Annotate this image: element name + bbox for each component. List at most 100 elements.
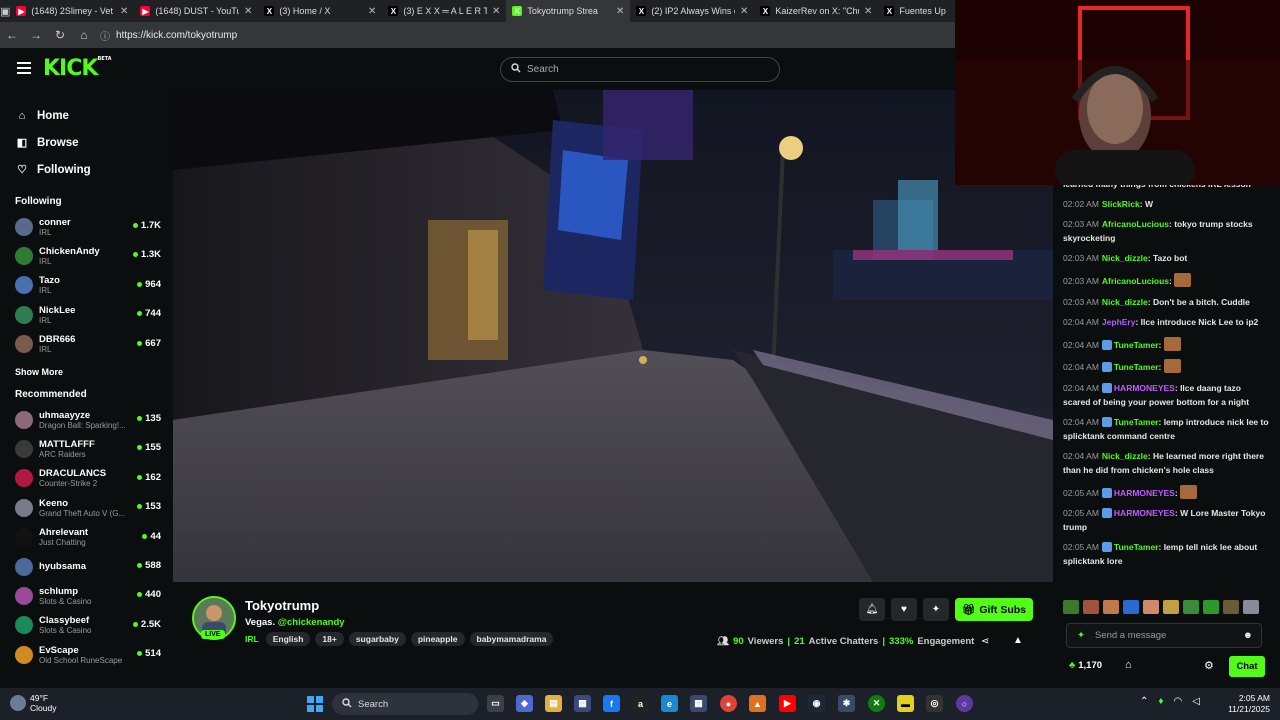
weather-widget[interactable]: 49°F Cloudy — [10, 693, 56, 713]
chat-username[interactable]: HARMONEYES — [1114, 508, 1175, 518]
chat-points-icon[interactable]: ✦ — [1077, 630, 1085, 641]
emote-icon[interactable] — [1163, 600, 1179, 614]
reload-icon[interactable]: ↻ — [48, 28, 72, 42]
stream-tag[interactable]: sugarbaby — [348, 632, 406, 646]
stream-tag[interactable]: babymamadrama — [469, 632, 554, 646]
chat-settings-icon[interactable]: ⚙ — [1204, 659, 1214, 672]
sidebar-channel-draculancs[interactable]: DRACULANCS Counter-Strike 2 162 — [0, 464, 172, 493]
browser-tab[interactable]: X (3) Home / X ✕ — [258, 0, 382, 22]
search-input[interactable]: Search — [500, 57, 780, 82]
chat-username[interactable]: TuneTamer — [1114, 362, 1159, 372]
notes-icon[interactable]: ▬ — [897, 695, 914, 712]
stream-title-mention[interactable]: @chickenandy — [278, 617, 345, 628]
menu-icon[interactable] — [17, 62, 31, 74]
amazon-icon[interactable]: a — [632, 695, 649, 712]
stream-tag[interactable]: 18+ — [315, 632, 344, 646]
stream-category[interactable]: IRL — [245, 634, 259, 644]
show-more-button[interactable]: Show More — [0, 361, 172, 383]
clip-button[interactable]: ✦ — [923, 598, 949, 621]
chat-username[interactable]: Nick_dizzle — [1102, 451, 1148, 461]
emote-icon[interactable] — [1083, 600, 1099, 614]
tab-close-icon[interactable]: ✕ — [616, 6, 624, 17]
start-icon[interactable] — [307, 696, 323, 712]
sidebar-channel-tazo[interactable]: Tazo IRL 964 — [0, 271, 172, 300]
calculator-icon[interactable]: ▦ — [690, 695, 707, 712]
video-player[interactable] — [173, 90, 1053, 582]
sidebar-channel-mattlafff[interactable]: MATTLAFFF ARC Raiders 155 — [0, 434, 172, 463]
share-icon[interactable]: ⋖ — [981, 636, 989, 647]
emote-icon[interactable] — [1243, 600, 1259, 614]
tab-close-icon[interactable]: ✕ — [120, 6, 128, 17]
stream-tag[interactable]: pineapple — [410, 632, 465, 646]
sidebar-channel-hyubsama[interactable]: hyubsama 588 — [0, 552, 172, 581]
home-browser-icon[interactable]: ⌂ — [72, 28, 96, 42]
mic-icon[interactable]: ♦ — [1158, 696, 1163, 707]
back-icon[interactable]: ← — [0, 28, 24, 42]
notifications-button[interactable]: 🔔︎ — [859, 598, 885, 621]
sidebar-channel-nicklee[interactable]: NickLee IRL 744 — [0, 300, 172, 329]
chat-username[interactable]: JephEry — [1102, 317, 1136, 327]
chat-username[interactable]: HARMONEYES — [1114, 488, 1175, 498]
chat-username[interactable]: TuneTamer — [1114, 340, 1159, 350]
emote-icon[interactable] — [1183, 600, 1199, 614]
stream-tag[interactable]: English — [265, 632, 311, 646]
emote-icon[interactable] — [1223, 600, 1239, 614]
edge-icon[interactable]: e — [661, 695, 678, 712]
clock[interactable]: 2:05 AM 11/21/2025 — [1224, 693, 1270, 715]
forward-icon[interactable]: → — [24, 28, 48, 42]
sidebar-channel-conner[interactable]: conner IRL 1.7K — [0, 212, 172, 241]
chat-input[interactable]: ✦ Send a message ☻ — [1066, 623, 1262, 648]
chat-send-button[interactable]: Chat — [1229, 656, 1265, 677]
channel-points[interactable]: ♣ 1,170 — [1069, 660, 1102, 671]
site-info-icon[interactable]: ⓘ — [100, 28, 110, 43]
facebook-icon[interactable]: f — [603, 695, 620, 712]
tab-actions-icon[interactable]: ▣ — [0, 0, 10, 22]
follow-button[interactable]: ♥ — [891, 598, 917, 621]
channel-name[interactable]: Tokyotrump — [245, 598, 319, 613]
wifi-icon[interactable]: ◠ — [1174, 696, 1183, 707]
vlc-icon[interactable]: ▲ — [749, 695, 766, 712]
browser-tab[interactable]: K Tokyotrump Strea ✕ — [506, 0, 631, 22]
gift-subs-button[interactable]: 🎁︎ Gift Subs — [955, 598, 1033, 621]
kick-logo[interactable]: KICKBETA — [43, 56, 112, 81]
sidebar-channel-evscape[interactable]: EvScape Old School RuneScape 514 — [0, 640, 172, 669]
chat-username[interactable]: Nick_dizzle — [1102, 297, 1148, 307]
chat-username[interactable]: HARMONEYES — [1114, 383, 1175, 393]
taskbar-search[interactable]: Search — [332, 693, 478, 715]
browser-tab[interactable]: ▶ (1648) DUST - YouTube ✕ — [134, 0, 258, 22]
url-field[interactable]: ⓘ https://kick.com/tokyotrump — [100, 28, 237, 43]
volume-icon[interactable]: ◁ — [1192, 696, 1200, 707]
emote-icon[interactable] — [1203, 600, 1219, 614]
sidebar-channel-ahrelevant[interactable]: Ahrelevant Just Chatting 44 — [0, 523, 172, 552]
browser-tab[interactable]: X (2) IP2 Always Wins on ✕ — [630, 0, 754, 22]
sidebar-channel-classybeef[interactable]: Classybeef Slots & Casino 2.5K — [0, 611, 172, 640]
copilot-icon[interactable]: ◆ — [516, 695, 533, 712]
sidebar-nav-following[interactable]: ♡ Following — [16, 156, 172, 183]
chat-username[interactable]: TuneTamer — [1114, 417, 1159, 427]
xbox-icon[interactable]: ✕ — [868, 695, 885, 712]
obs-icon[interactable]: ◎ — [926, 695, 943, 712]
browser-tab[interactable]: ▶ (1648) 2Slimey - Vet (Di ✕ — [10, 0, 134, 22]
chat-username[interactable]: Nick_dizzle — [1102, 253, 1148, 263]
youtube-icon[interactable]: ▶ — [779, 695, 796, 712]
tab-close-icon[interactable]: ✕ — [368, 6, 376, 17]
chrome-icon[interactable]: ● — [720, 695, 737, 712]
app2-icon[interactable]: ○ — [956, 695, 973, 712]
chat-username[interactable]: AfricanoLucious — [1102, 276, 1169, 286]
emote-icon[interactable] — [1143, 600, 1159, 614]
store-icon[interactable]: ⌂ — [1125, 659, 1132, 671]
tab-close-icon[interactable]: ✕ — [244, 6, 252, 17]
sidebar-channel-keeno[interactable]: Keeno Grand Theft Auto V (G... 153 — [0, 493, 172, 522]
steam-icon[interactable]: ◉ — [808, 695, 825, 712]
emoji-icon[interactable]: ☻ — [1243, 630, 1253, 641]
tab-close-icon[interactable]: ✕ — [492, 6, 500, 17]
chat-username[interactable]: TuneTamer — [1114, 542, 1159, 552]
emote-icon[interactable] — [1123, 600, 1139, 614]
sidebar-channel-dbr666[interactable]: DBR666 IRL 667 — [0, 330, 172, 359]
sidebar-channel-schlump[interactable]: schlump Slots & Casino 440 — [0, 581, 172, 610]
chat-username[interactable]: SlickRick — [1102, 199, 1140, 209]
chat-username[interactable]: AfricanoLucious — [1102, 219, 1169, 229]
app-icon[interactable]: ✱ — [838, 695, 855, 712]
store-app-icon[interactable]: ▦ — [574, 695, 591, 712]
emote-icon[interactable] — [1063, 600, 1079, 614]
